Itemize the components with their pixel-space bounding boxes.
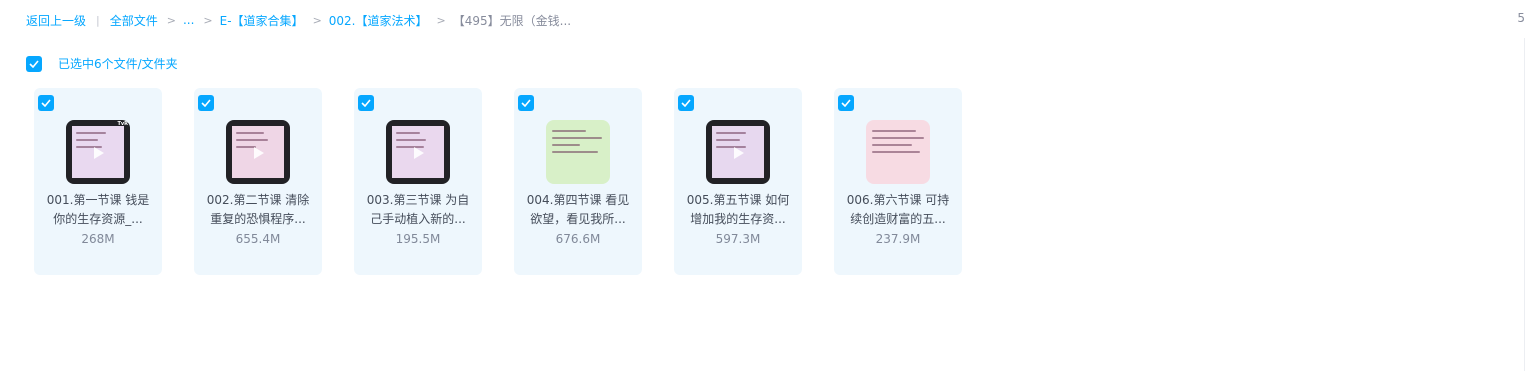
file-card[interactable]: 004.第四节课 看见 欲望，看见我所... 676.6M: [514, 88, 642, 275]
file-checkbox[interactable]: [38, 95, 54, 111]
file-name: 005.第五节课 如何 增加我的生存资...: [686, 193, 790, 226]
video-thumbnail: [226, 120, 290, 184]
checkmark-icon: [41, 99, 51, 107]
play-icon: [414, 147, 424, 159]
file-size: 597.3M: [715, 232, 761, 246]
back-link[interactable]: 返回上一级: [26, 12, 86, 29]
file-card[interactable]: 005.第五节课 如何 增加我的生存资... 597.3M: [674, 88, 802, 275]
corner-mark: 5: [1517, 11, 1525, 25]
file-name: 006.第六节课 可持 续创造财富的五...: [846, 193, 950, 226]
file-card[interactable]: 006.第六节课 可持 续创造财富的五... 237.9M: [834, 88, 962, 275]
file-card[interactable]: 002.第二节课 清除 重复的恐惧程序... 655.4M: [194, 88, 322, 275]
file-checkbox[interactable]: [358, 95, 374, 111]
video-thumbnail: TvR: [66, 120, 130, 184]
breadcrumb: 返回上一级 | 全部文件 > ... > E-【道家合集】 > 002.【道家法…: [26, 11, 571, 29]
file-checkbox[interactable]: [838, 95, 854, 111]
image-thumbnail: [546, 120, 610, 184]
checkmark-icon: [201, 99, 211, 107]
file-size: 676.6M: [555, 232, 601, 246]
chevron-right-icon: >: [203, 13, 213, 27]
file-checkbox[interactable]: [678, 95, 694, 111]
video-thumbnail: [706, 120, 770, 184]
checkmark-icon: [361, 99, 371, 107]
checkmark-icon: [521, 99, 531, 107]
chevron-right-icon: >: [436, 13, 446, 27]
file-name: 001.第一节课 钱是 你的生存资源_...: [46, 193, 150, 226]
file-size: 268M: [81, 232, 115, 246]
breadcrumb-all-files[interactable]: 全部文件: [110, 12, 158, 29]
select-all-checkbox[interactable]: [26, 55, 42, 72]
checkmark-icon: [29, 59, 39, 68]
play-icon: [734, 147, 744, 159]
file-card[interactable]: 003.第三节课 为自 己手动植入新的... 195.5M: [354, 88, 482, 275]
file-size: 655.4M: [235, 232, 281, 246]
breadcrumb-folder-daojia-heji[interactable]: E-【道家合集】: [220, 12, 304, 29]
select-all-bar: 已选中6个文件/文件夹: [26, 55, 178, 72]
breadcrumb-ellipsis[interactable]: ...: [183, 13, 194, 27]
file-name: 003.第三节课 为自 己手动植入新的...: [366, 193, 470, 226]
chevron-right-icon: >: [312, 13, 322, 27]
play-icon: [94, 147, 104, 159]
checkmark-icon: [681, 99, 691, 107]
file-checkbox[interactable]: [518, 95, 534, 111]
file-size: 195.5M: [395, 232, 441, 246]
image-thumbnail: [866, 120, 930, 184]
checkmark-icon: [841, 99, 851, 107]
chevron-right-icon: >: [166, 13, 176, 27]
breadcrumb-folder-daojia-fashu[interactable]: 002.【道家法术】: [329, 12, 428, 29]
file-name: 002.第二节课 清除 重复的恐惧程序...: [206, 193, 310, 226]
file-name: 004.第四节课 看见 欲望，看见我所...: [526, 193, 630, 226]
selection-count-label: 已选中6个文件/文件夹: [58, 57, 178, 71]
file-card[interactable]: TvR 001.第一节课 钱是 你的生存资源_... 268M: [34, 88, 162, 275]
divider: |: [96, 13, 100, 27]
breadcrumb-current-folder: 【495】无限（金钱...: [452, 13, 572, 28]
video-thumbnail: [386, 120, 450, 184]
file-size: 237.9M: [875, 232, 921, 246]
play-icon: [254, 147, 264, 159]
file-checkbox[interactable]: [198, 95, 214, 111]
